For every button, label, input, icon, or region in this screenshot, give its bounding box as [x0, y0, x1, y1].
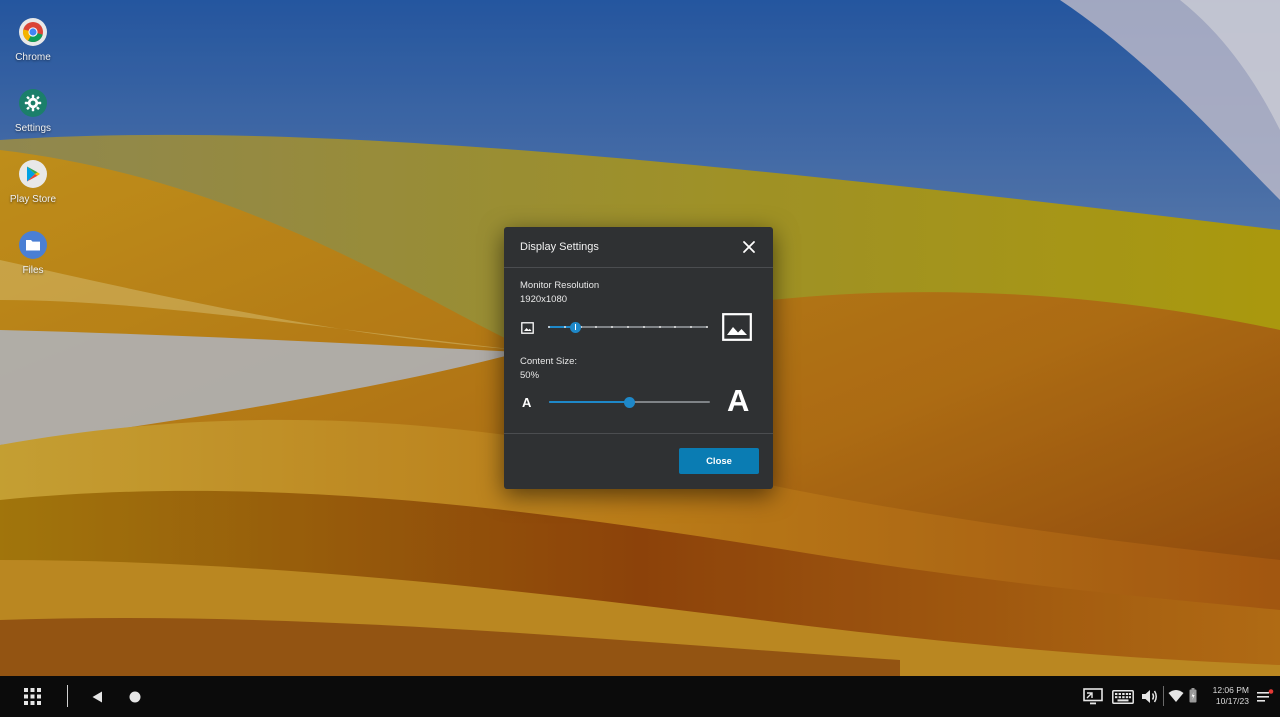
- slider-tick: [658, 326, 661, 328]
- desktop-icon-label: Play Store: [9, 194, 57, 205]
- large-image-icon: [722, 313, 752, 346]
- keyboard-icon[interactable]: [1112, 690, 1134, 709]
- resolution-label: Monitor Resolution: [520, 280, 600, 291]
- display-settings-dialog: Display Settings Monitor Resolution 1920…: [504, 227, 773, 489]
- wifi-icon[interactable]: [1168, 689, 1184, 708]
- dialog-header-divider: [504, 267, 773, 268]
- content-size-value: 50%: [520, 370, 540, 381]
- display-cast-icon[interactable]: [1083, 688, 1103, 710]
- slider-tick: [563, 326, 566, 328]
- app-launcher-icon[interactable]: [24, 688, 41, 710]
- close-button[interactable]: Close: [679, 448, 759, 474]
- desktop-icon-play-store[interactable]: Play Store: [4, 160, 62, 205]
- gear-icon: [19, 89, 47, 117]
- desktop-icon-label: Settings: [14, 123, 52, 134]
- desktop-icon-chrome[interactable]: Chrome: [4, 18, 62, 63]
- play-store-icon: [19, 160, 47, 188]
- slider-tick: [627, 326, 629, 328]
- taskbar-separator: [67, 685, 68, 707]
- resolution-slider[interactable]: [548, 320, 708, 334]
- chrome-icon: [19, 18, 47, 46]
- dialog-title: Display Settings: [520, 241, 599, 253]
- slider-tick: [548, 326, 550, 328]
- clock-time: 12:06 PM: [1212, 685, 1249, 695]
- resolution-slider-thumb[interactable]: [569, 321, 581, 333]
- small-image-icon: [521, 321, 534, 339]
- back-icon[interactable]: [92, 690, 103, 708]
- clock-date: 10/17/23: [1215, 696, 1249, 706]
- home-icon[interactable]: [129, 690, 141, 708]
- desktop-icon-settings[interactable]: Settings: [4, 89, 62, 134]
- taskbar: 12:06 PM 10/17/23: [0, 676, 1280, 717]
- desktop-icon-files[interactable]: Files: [4, 231, 62, 276]
- folder-icon: [19, 231, 47, 259]
- slider-tick: [642, 326, 645, 328]
- close-icon[interactable]: [741, 239, 757, 255]
- content-size-slider[interactable]: [549, 395, 710, 409]
- content-size-slider-thumb[interactable]: [624, 396, 635, 408]
- content-size-slider-fill: [549, 401, 630, 403]
- volume-icon[interactable]: [1141, 688, 1159, 710]
- battery-icon[interactable]: [1189, 688, 1197, 708]
- status-separator: [1163, 686, 1164, 706]
- resolution-value: 1920x1080: [520, 294, 568, 305]
- large-text-size-glyph: A: [727, 383, 750, 418]
- slider-tick: [706, 326, 708, 328]
- taskbar-clock[interactable]: 12:06 PM 10/17/23: [1203, 685, 1249, 707]
- notifications-icon[interactable]: [1257, 689, 1274, 708]
- desktop-icon-label: Chrome: [15, 52, 51, 63]
- dialog-footer-divider: [504, 433, 773, 434]
- content-size-label: Content Size:: [520, 356, 578, 367]
- small-text-size-glyph: A: [522, 395, 532, 410]
- desktop-icon-label: Files: [22, 265, 44, 276]
